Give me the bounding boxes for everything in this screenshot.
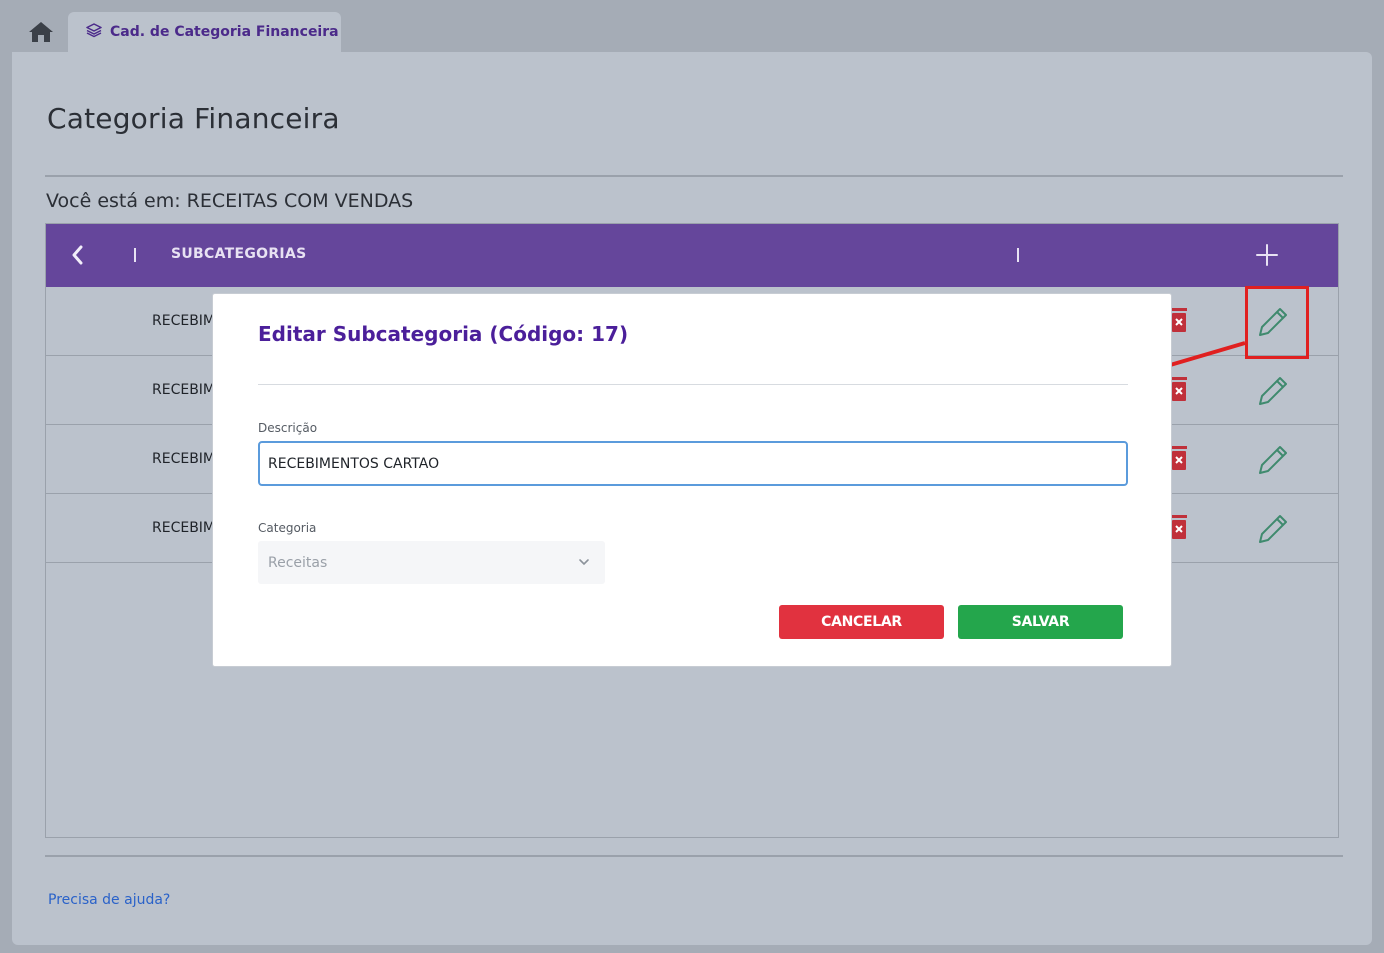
home-icon[interactable] [27, 20, 55, 44]
modal-divider [258, 384, 1128, 385]
row-label: RECEBIM [152, 451, 216, 467]
plus-icon[interactable] [1254, 242, 1280, 268]
highlight-box [1245, 286, 1309, 359]
pencil-icon[interactable] [1256, 443, 1290, 477]
chevron-left-icon[interactable] [68, 244, 88, 266]
page-title: Categoria Financeira [47, 102, 340, 135]
header-separator [134, 248, 136, 262]
modal-title: Editar Subcategoria (Código: 17) [258, 322, 629, 346]
breadcrumb: Você está em: RECEITAS COM VENDAS [46, 190, 414, 212]
divider [45, 855, 1343, 857]
tab-label: Cad. de Categoria Financeira [110, 24, 339, 40]
description-label: Descrição [258, 421, 318, 435]
divider [45, 175, 1343, 177]
category-select[interactable]: Receitas [258, 541, 605, 584]
row-label: RECEBIM [152, 520, 216, 536]
header-label: SUBCATEGORIAS [171, 246, 307, 262]
chevron-down-icon [577, 555, 591, 569]
pencil-icon[interactable] [1256, 374, 1290, 408]
help-link[interactable]: Precisa de ajuda? [48, 892, 170, 908]
row-label: RECEBIM [152, 382, 216, 398]
description-input[interactable] [258, 441, 1128, 486]
pencil-icon[interactable] [1256, 512, 1290, 546]
trash-icon[interactable] [1169, 307, 1189, 333]
table-header: SUBCATEGORIAS [46, 224, 1338, 287]
category-selected-value: Receitas [268, 554, 328, 571]
category-label: Categoria [258, 521, 317, 535]
trash-icon[interactable] [1169, 445, 1189, 471]
layers-icon [86, 22, 102, 42]
trash-icon[interactable] [1169, 514, 1189, 540]
header-separator [1017, 248, 1019, 262]
cancel-button[interactable]: CANCELAR [779, 605, 944, 639]
edit-subcategory-modal: Editar Subcategoria (Código: 17) Descriç… [212, 293, 1172, 667]
save-button[interactable]: SALVAR [958, 605, 1123, 639]
tab-cad-categoria-financeira[interactable]: Cad. de Categoria Financeira [68, 12, 341, 52]
row-label: RECEBIM [152, 313, 216, 329]
top-tab-bar: Cad. de Categoria Financeira [0, 0, 1384, 52]
